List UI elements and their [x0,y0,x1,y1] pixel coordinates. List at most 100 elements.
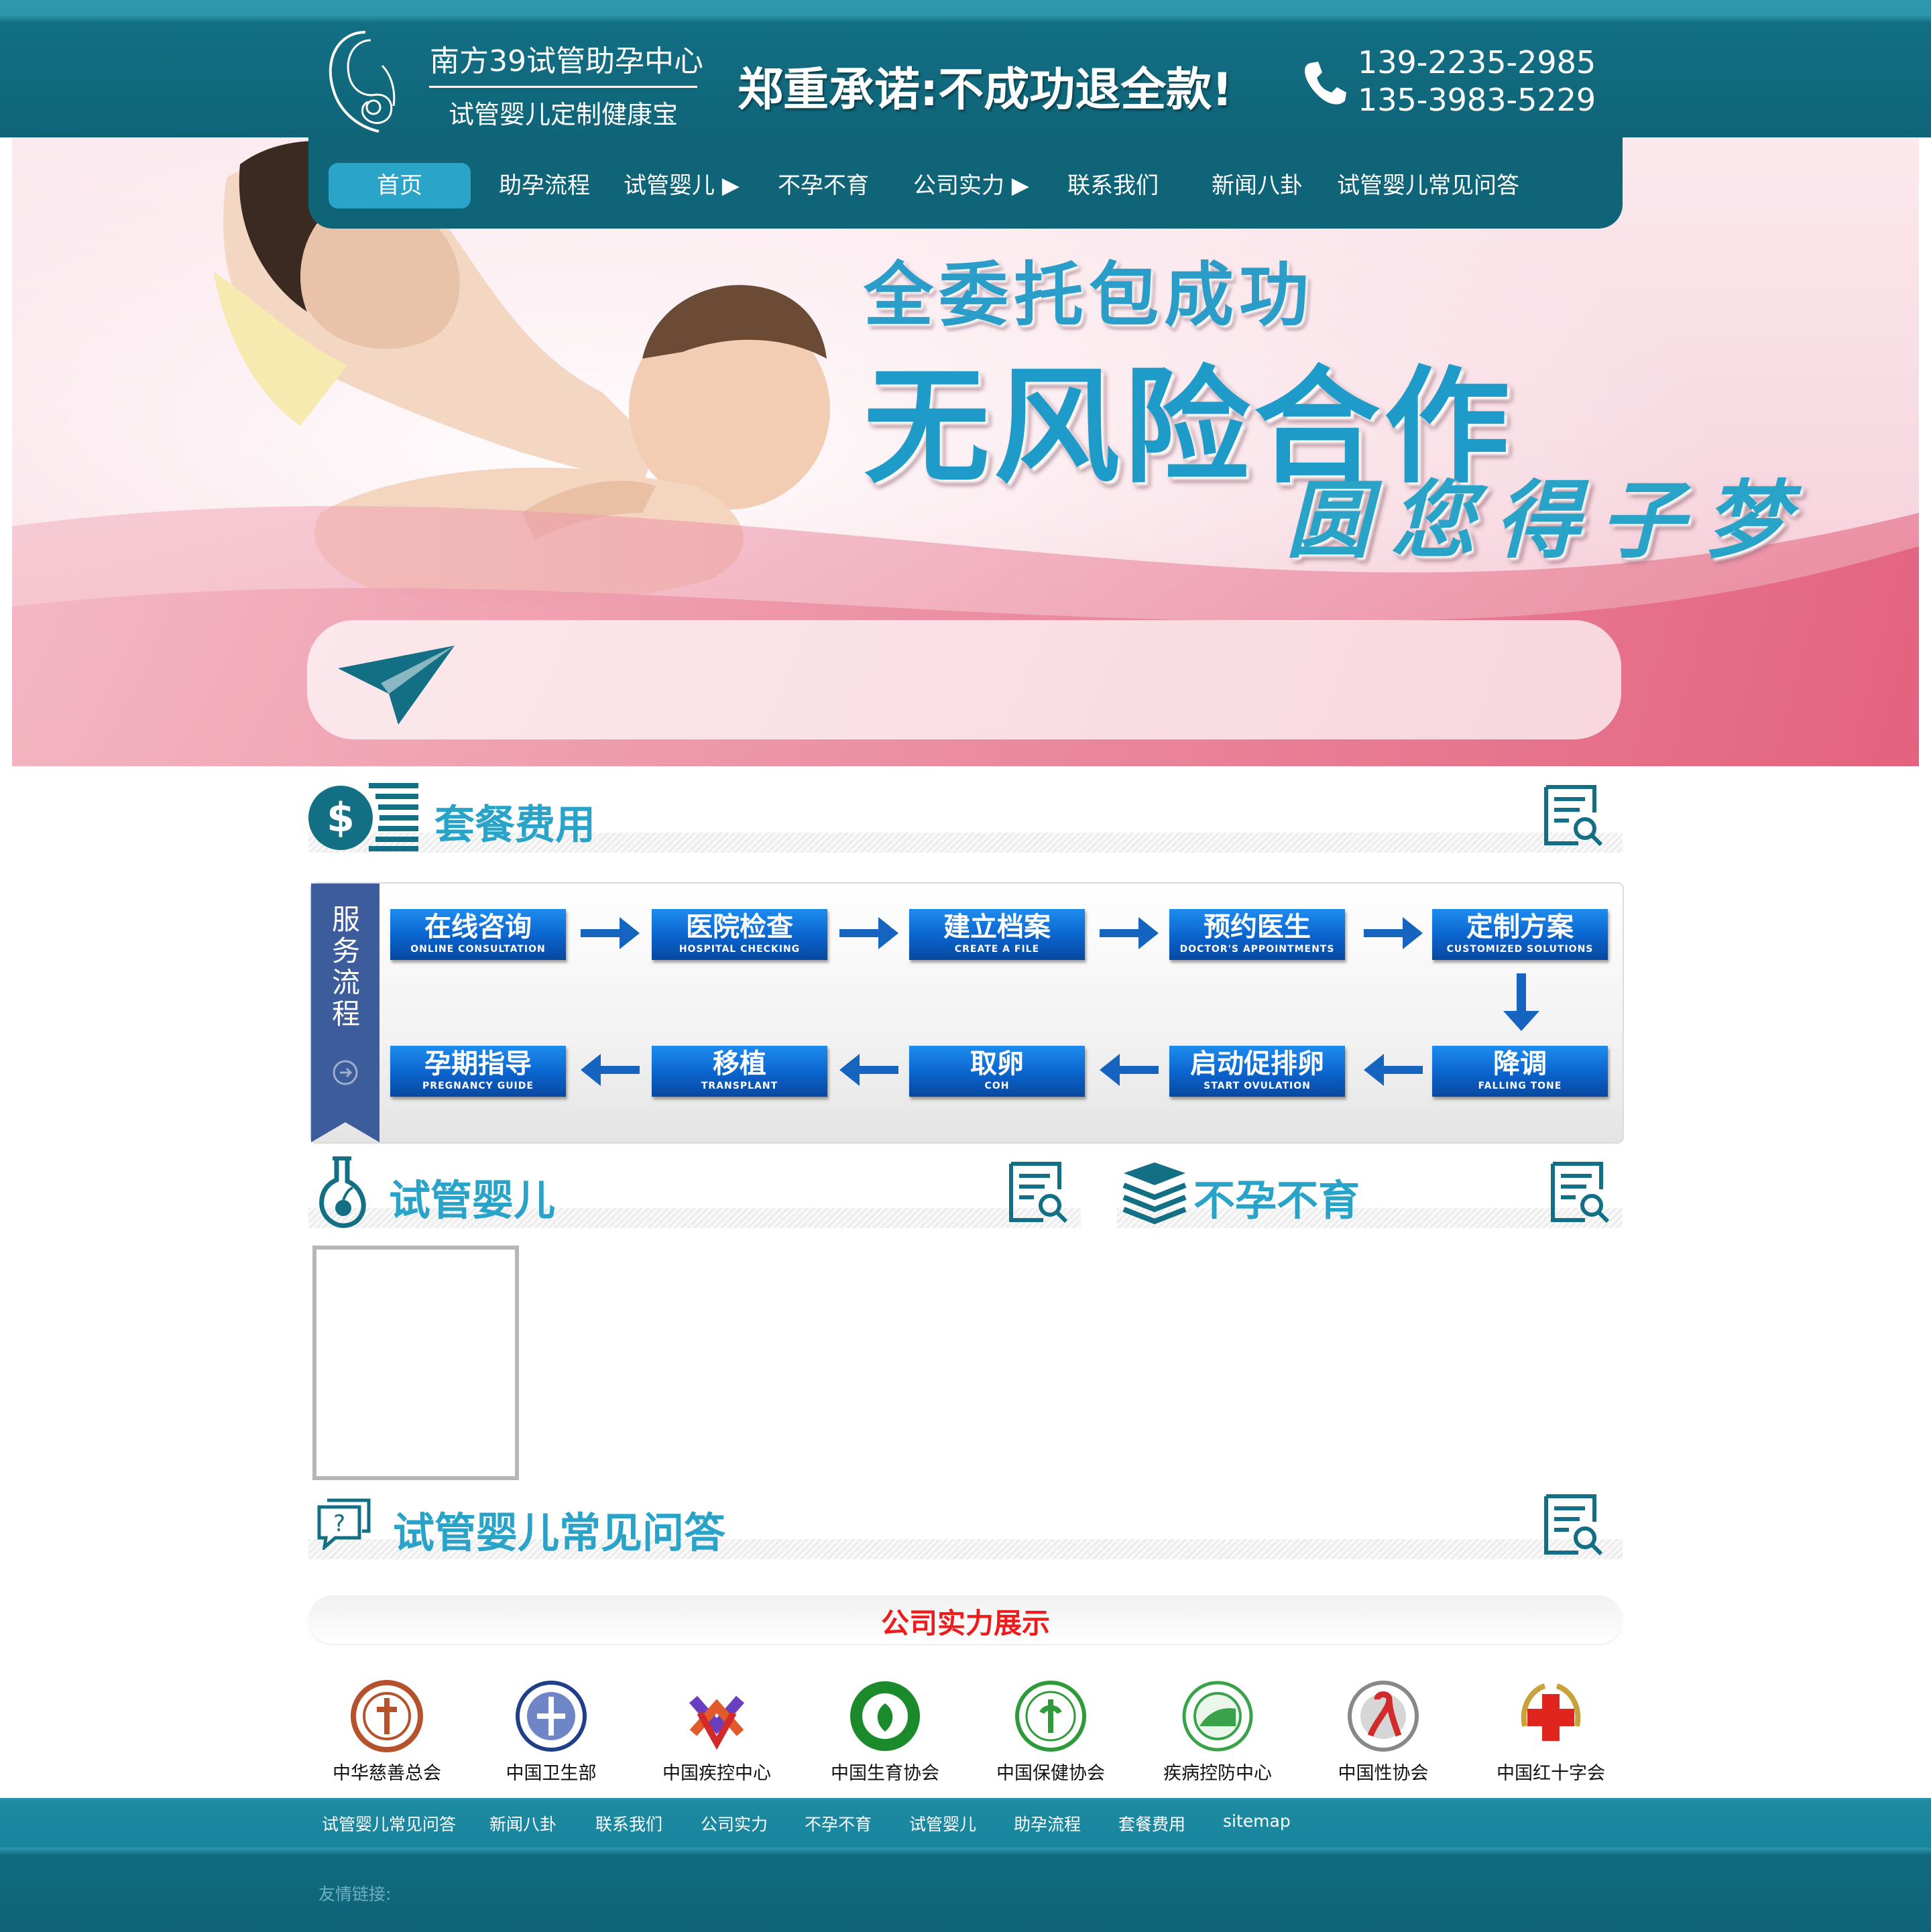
footer-bottom [0,1848,1931,1932]
nav-item-faq[interactable]: 试管婴儿常见问答 [1334,163,1522,208]
svg-text:?: ? [333,1510,345,1537]
ivf-article-thumbnail[interactable] [312,1246,519,1480]
footer-link[interactable]: 套餐费用 [1118,1811,1185,1838]
footer-link[interactable]: 试管婴儿 [909,1811,976,1838]
nav-item-company-label: 公司实力 [913,172,1004,199]
org-name: 中国保健协会 [996,1763,1105,1784]
org-badge[interactable]: 中国红十字会 [1484,1673,1618,1793]
nav-item-ivf[interactable]: 试管婴儿 ▶ [624,163,740,208]
brand-divider [429,86,697,88]
hero-banner: 全委托包成功 无风险合作 圆您得子梦 [12,137,1919,766]
document-search-icon[interactable] [1542,1492,1606,1557]
nav-item-news[interactable]: 新闻八卦 [1207,163,1307,208]
phone-number-1[interactable]: 139-2235-2985 [1358,44,1639,82]
step-subtitle: START OVULATION [1204,1081,1311,1091]
charity-logo-icon [351,1680,423,1752]
flow-step: 孕期指导 PREGNANCY GUIDE [390,1046,566,1097]
document-search-icon[interactable] [1542,783,1606,847]
document-search-icon[interactable] [1007,1160,1071,1224]
step-title: 预约医生 [1204,912,1311,943]
dollar-list-icon: $ [308,783,418,851]
step-title: 医院检查 [686,912,793,943]
org-badge[interactable]: 中国生育协会 [818,1673,952,1793]
flow-step: 取卵 COH [909,1046,1085,1097]
section-title-ivf: 试管婴儿 [389,1176,556,1225]
flow-step: 降调 FALLING TONE [1432,1046,1608,1097]
nav-item-home[interactable]: 首页 [329,163,471,208]
flow-side-label: 服务流程 [331,903,360,1030]
org-name: 中华慈善总会 [333,1763,441,1784]
flow-step: 在线咨询 ONLINE CONSULTATION [390,909,566,960]
arrow-left-icon [839,1054,898,1086]
step-title: 在线咨询 [424,912,532,943]
footer-link-sitemap[interactable]: sitemap [1223,1811,1291,1838]
phone-number-2[interactable]: 135-3983-5229 [1358,82,1639,119]
org-badge[interactable]: 中国疾控中心 [650,1673,784,1793]
caret-right-icon: ▶ [1004,172,1029,199]
step-subtitle: CREATE A FILE [954,944,1040,955]
footer-link[interactable]: 新闻八卦 [489,1811,557,1838]
step-title: 建立档案 [943,912,1051,943]
flow-step: 启动促排卵 START OVULATION [1169,1046,1345,1097]
arrow-down-icon [1503,973,1539,1031]
nav-item-process[interactable]: 助孕流程 [491,163,598,208]
org-badge[interactable]: 中华慈善总会 [320,1673,454,1793]
arrow-left-icon [581,1054,640,1086]
footer-link[interactable]: 试管婴儿常见问答 [322,1811,456,1838]
caret-right-icon: ▶ [715,172,740,199]
nav-item-ivf-label: 试管婴儿 [624,172,715,199]
section-title-faq: 试管婴儿常见问答 [393,1508,726,1557]
mother-child-logo-icon[interactable] [318,25,409,136]
footer-link[interactable]: 公司实力 [701,1811,768,1838]
org-badge[interactable]: 中国卫生部 [484,1673,618,1793]
friend-links-label: 友情链接: [318,1884,392,1904]
notice-bar [307,620,1621,739]
health-ministry-logo-icon [516,1681,587,1752]
step-title: 定制方案 [1466,912,1574,943]
footer-link[interactable]: 助孕流程 [1014,1811,1081,1838]
nav-item-infertility[interactable]: 不孕不育 [776,163,870,208]
footer-link[interactable]: 不孕不育 [805,1811,872,1838]
nav-item-contact[interactable]: 联系我们 [1066,163,1160,208]
nav-item-company[interactable]: 公司实力 ▶ [913,163,1029,208]
svg-text:$: $ [327,794,355,841]
step-title: 孕期指导 [424,1048,532,1079]
org-badge[interactable]: 中国性协会 [1316,1673,1450,1793]
step-subtitle: CUSTOMIZED SOLUTIONS [1446,944,1594,955]
step-subtitle: ONLINE CONSULTATION [410,944,546,955]
flow-step: 建立档案 CREATE A FILE [909,909,1085,960]
org-badge[interactable]: 疾病控防中心 [1151,1673,1285,1793]
brand-name: 南方39试管助孕中心 [430,44,703,78]
red-cross-logo-icon [1521,1683,1581,1741]
question-chat-icon: ? [317,1498,371,1550]
footer-link[interactable]: 联系我们 [595,1811,662,1838]
flow-step: 医院检查 HOSPITAL CHECKING [652,909,827,960]
org-name: 疾病控防中心 [1163,1763,1272,1784]
paper-plane-icon [338,646,455,725]
step-subtitle: DOCTOR'S APPOINTMENTS [1179,944,1335,955]
flow-step: 预约医生 DOCTOR'S APPOINTMENTS [1169,909,1345,960]
step-title: 移植 [713,1048,766,1079]
step-title: 取卵 [970,1048,1024,1079]
book-stack-icon [1122,1162,1187,1225]
test-tube-icon [319,1156,366,1228]
arrow-right-icon [581,917,640,949]
brand-subtitle: 试管婴儿定制健康宝 [448,100,678,129]
main-nav: 首页 助孕流程 试管婴儿 ▶ 不孕不育 公司实力 ▶ 联系我们 新闻八卦 试管婴… [308,137,1623,229]
section-title-infertility: 不孕不育 [1193,1176,1360,1225]
org-name: 中国疾控中心 [662,1763,771,1784]
org-name: 中国红十字会 [1497,1763,1605,1784]
arrow-left-icon [1100,1054,1159,1086]
step-title: 启动促排卵 [1190,1048,1324,1079]
org-badge[interactable]: 中国保健协会 [984,1673,1118,1793]
strength-title: 公司实力展示 [880,1607,1050,1640]
disease-control-logo-icon [1182,1681,1253,1752]
org-name: 中国卫生部 [506,1763,597,1784]
arrow-right-icon [1100,917,1159,949]
document-search-icon[interactable] [1549,1160,1613,1224]
step-subtitle: FALLING TONE [1478,1081,1562,1091]
arrow-right-icon [839,917,898,949]
step-subtitle: HOSPITAL CHECKING [679,944,801,955]
flow-step: 移植 TRANSPLANT [652,1046,827,1097]
birth-assoc-logo-icon [850,1681,920,1751]
